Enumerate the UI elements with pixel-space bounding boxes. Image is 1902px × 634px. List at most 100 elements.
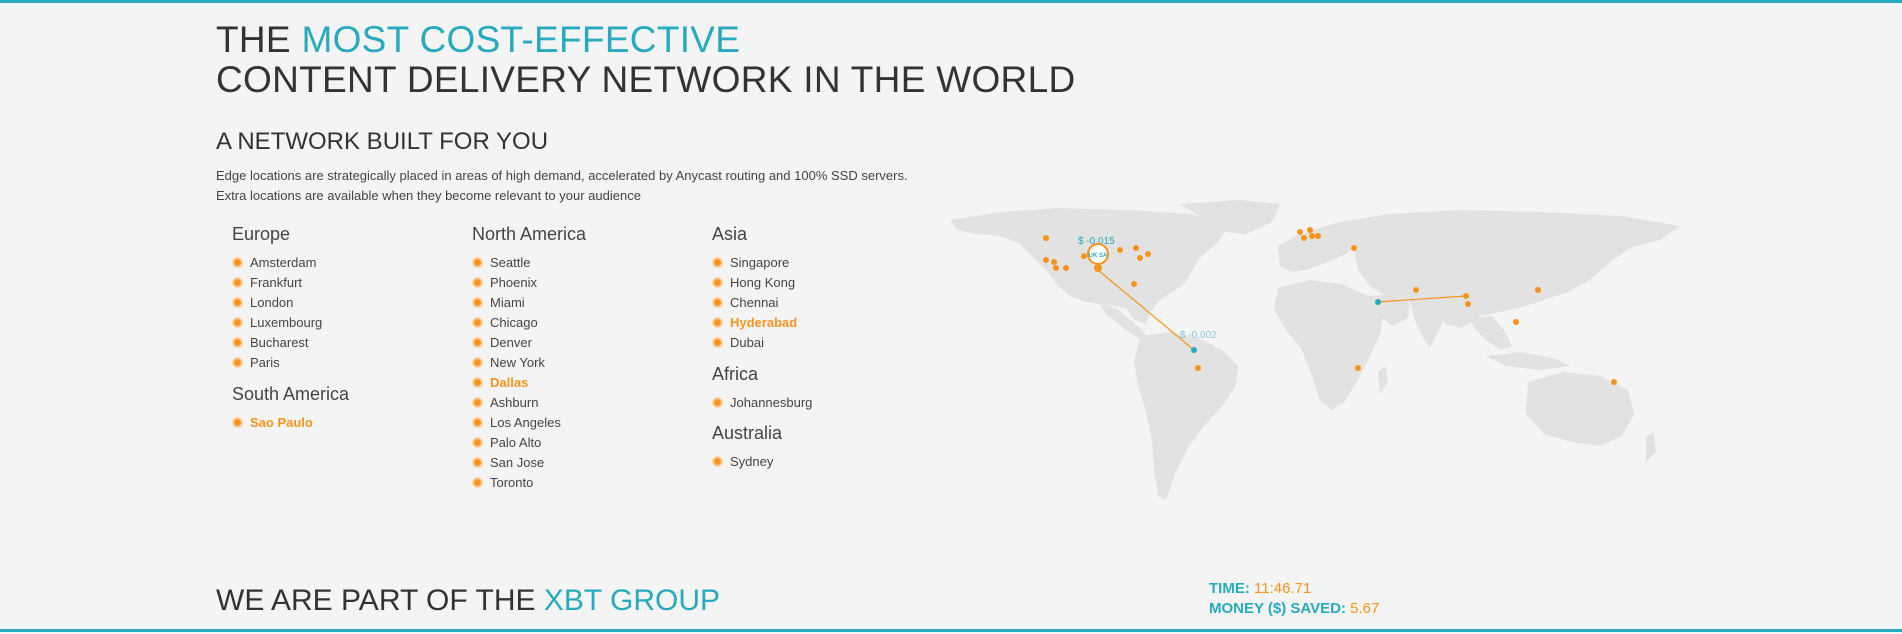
city-name: Chicago — [490, 315, 538, 330]
map-dot-mumbai-area — [1465, 301, 1471, 307]
city-item: Frankfurt — [232, 273, 322, 293]
city-item: Johannesburg — [712, 393, 812, 413]
map-dot-denver — [1081, 253, 1087, 259]
city-item: Phoenix — [472, 273, 586, 293]
region-title-europe: Europe — [232, 224, 291, 244]
city-name: Seattle — [490, 255, 531, 270]
city-item: Los Angeles — [472, 413, 586, 433]
region-badge-pin: UK SA — [1087, 243, 1109, 265]
city-name: Denver — [490, 335, 532, 350]
land-australia — [1526, 372, 1634, 446]
map-dot-johannesburg — [1355, 365, 1361, 371]
city-name: Frankfurt — [250, 275, 303, 290]
city-item: Amsterdam — [232, 253, 322, 273]
city-item: Toronto — [472, 473, 586, 493]
location-bullet-icon — [234, 319, 241, 326]
bottom-border — [0, 629, 1902, 632]
city-item: London — [232, 293, 322, 313]
map-dot-sydney — [1611, 379, 1617, 385]
region-south-america: South America Sao Paulo — [232, 384, 349, 433]
land-new-zealand — [1646, 432, 1656, 462]
city-item: Sydney — [712, 452, 782, 472]
city-name: Phoenix — [490, 275, 537, 290]
city-item: Paris — [232, 353, 322, 373]
region-title-africa: Africa — [712, 364, 759, 384]
location-bullet-icon — [714, 399, 721, 406]
location-bullet-icon — [234, 279, 241, 286]
region-badge-text: UK SA — [1089, 253, 1108, 259]
city-list-africa: Johannesburg — [712, 393, 812, 413]
location-bullet-icon — [474, 399, 481, 406]
city-name: Hong Kong — [730, 275, 796, 290]
map-dot-luxembourg — [1309, 233, 1315, 239]
money-saved-value: 5.67 — [1350, 600, 1380, 617]
location-bullet-icon — [714, 458, 721, 465]
location-bullet-icon — [714, 299, 721, 306]
city-name: Hyderabad — [730, 315, 798, 330]
map-dot-hong-kong — [1535, 287, 1541, 293]
city-item: Palo Alto — [472, 433, 586, 453]
map-dot-london — [1297, 229, 1303, 235]
city-name: Sydney — [730, 454, 774, 469]
region-title-south-america: South America — [232, 384, 350, 404]
location-bullet-icon — [474, 319, 481, 326]
map-dot-hyderabad — [1463, 293, 1469, 299]
land-north-america — [950, 208, 1230, 324]
city-list-south-america: Sao Paulo — [232, 413, 349, 433]
location-bullet-icon — [714, 279, 721, 286]
price-label-south-america: $ -0.002 — [1180, 330, 1217, 341]
city-list-australia: Sydney — [712, 452, 782, 472]
map-dot-new-york — [1145, 251, 1151, 257]
city-item: Ashburn — [472, 393, 586, 413]
map-dot-bucharest — [1351, 245, 1357, 251]
map-dot-chennai — [1413, 287, 1419, 293]
map-dot-singapore — [1513, 319, 1519, 325]
hero-title-line1: THE MOST COST-EFFECTIVE — [216, 20, 1075, 60]
description-line-1: Edge locations are strategically placed … — [216, 168, 908, 183]
city-name: Bucharest — [250, 335, 309, 350]
hero-title: THE MOST COST-EFFECTIVE CONTENT DELIVERY… — [216, 20, 1075, 100]
map-dot-phoenix — [1063, 265, 1069, 271]
location-bullet-icon — [474, 459, 481, 466]
hero-title-accent: MOST COST-EFFECTIVE — [301, 19, 741, 60]
location-bullet-icon — [474, 419, 481, 426]
map-dot-miami — [1131, 281, 1137, 287]
money-saved-label: MONEY ($) SAVED: — [1209, 600, 1351, 617]
city-name: Miami — [490, 295, 525, 310]
city-item: Chicago — [472, 313, 586, 333]
map-land — [950, 200, 1680, 500]
city-name: Sao Paulo — [250, 415, 313, 430]
location-bullet-icon — [714, 319, 721, 326]
map-dot-san-jose — [1051, 259, 1057, 265]
map-dot-ashburn — [1137, 255, 1143, 261]
region-title-asia: Asia — [712, 224, 748, 244]
time-value: 11:46.71 — [1254, 580, 1312, 597]
region-europe: Europe Amsterdam Frankfurt London Luxembour… — [232, 224, 322, 373]
stats-panel: TIME: 11:46.71 MONEY ($) SAVED: 5.67 — [1209, 579, 1379, 619]
city-item: Luxembourg — [232, 313, 322, 333]
city-name: Los Angeles — [490, 415, 561, 430]
map-node-dubai-teal — [1375, 299, 1381, 305]
map-node-sao-paulo-teal — [1191, 347, 1197, 353]
map-dot-sao-paulo — [1195, 365, 1201, 371]
location-bullet-icon — [474, 359, 481, 366]
network-description: Edge locations are strategically placed … — [216, 166, 908, 206]
map-dot-toronto — [1133, 245, 1139, 251]
land-madagascar — [1378, 366, 1388, 394]
location-bullet-icon — [474, 299, 481, 306]
city-item: Chennai — [712, 293, 797, 313]
map-dot-chicago — [1117, 247, 1123, 253]
city-item: Singapore — [712, 253, 797, 273]
region-asia: Asia Singapore Hong Kong Chennai Hyderabad D… — [712, 224, 797, 353]
location-bullet-icon — [234, 419, 241, 426]
region-title-australia: Australia — [712, 423, 783, 443]
map-dot-paris — [1301, 235, 1307, 241]
location-bullet-icon — [234, 359, 241, 366]
city-name: Toronto — [490, 475, 534, 490]
map-dot-amsterdam — [1307, 227, 1313, 233]
city-name: London — [250, 295, 294, 310]
city-name: Palo Alto — [490, 435, 542, 450]
city-name: Luxembourg — [250, 315, 323, 330]
money-stat: MONEY ($) SAVED: 5.67 — [1209, 599, 1379, 619]
hero-title-line2: CONTENT DELIVERY NETWORK IN THE WORLD — [216, 59, 1076, 100]
